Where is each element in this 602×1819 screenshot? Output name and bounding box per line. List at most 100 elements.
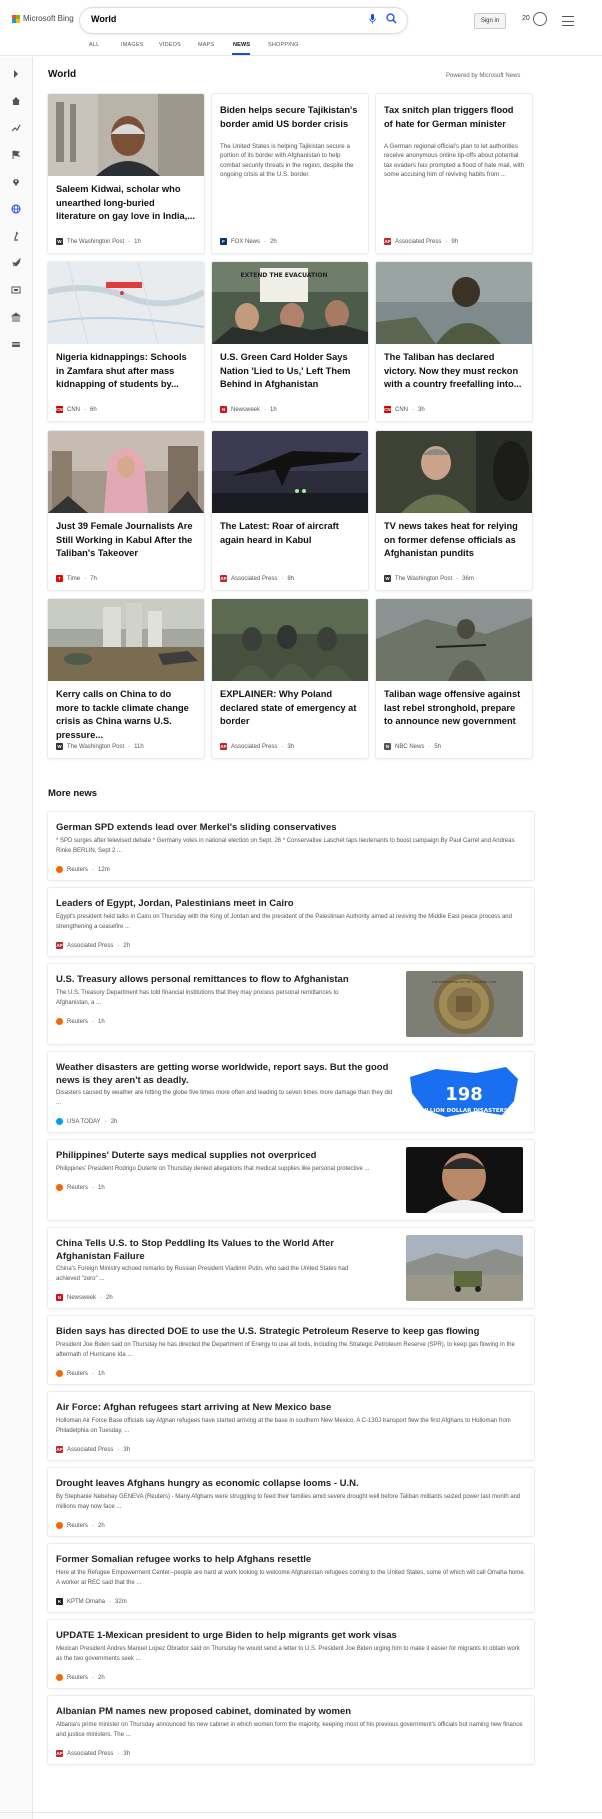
sign-in-button[interactable]: Sign in — [474, 13, 506, 29]
menu-icon[interactable] — [562, 16, 574, 26]
tab-all[interactable]: ALL — [89, 42, 99, 48]
duterte-portrait-thumbnail — [406, 1147, 523, 1213]
search-input[interactable] — [91, 14, 341, 24]
news-list-item[interactable]: Albanian PM names new proposed cabinet, … — [48, 1696, 534, 1764]
news-list-item[interactable]: U.S. Treasury allows personal remittance… — [48, 964, 534, 1044]
protest-sign-text: EXTEND THE EVACUATION — [240, 272, 327, 279]
news-list-item[interactable]: German SPD extends lead over Merkel's sl… — [48, 812, 534, 880]
card-source: N Newsweek · 1h — [220, 406, 277, 413]
news-card[interactable]: EXTEND THE EVACUATION U.S. Green Card Ho… — [212, 262, 368, 421]
card-image-woman — [48, 431, 204, 513]
news-title[interactable]: Former Somalian refugee works to help Af… — [56, 1553, 526, 1566]
news-source: AP Associated Press · 3h — [56, 1446, 131, 1453]
card-snippet: The United States is helping Tajikistan … — [220, 143, 354, 179]
reuters-logo-icon — [56, 1370, 63, 1377]
news-title[interactable]: German SPD extends lead over Merkel's sl… — [56, 821, 526, 834]
card-title[interactable]: Biden helps secure Tajikistan's border a… — [220, 104, 360, 131]
news-card[interactable]: TV news takes heat for relying on former… — [376, 431, 532, 590]
tab-shopping[interactable]: SHOPPING — [268, 42, 299, 48]
bing-logo[interactable]: Microsoft Bing — [12, 14, 74, 23]
news-card[interactable]: Saleem Kidwai, scholar who unearthed lon… — [48, 94, 204, 253]
news-card[interactable]: The Taliban has declared victory. Now th… — [376, 262, 532, 421]
reuters-logo-icon — [56, 866, 63, 873]
news-list-item[interactable]: Weather disasters are getting worse worl… — [48, 1052, 534, 1132]
search-icon[interactable] — [386, 13, 397, 24]
news-card[interactable]: Taliban wage offensive against last rebe… — [376, 599, 532, 758]
monitor-icon[interactable] — [11, 285, 21, 295]
news-title[interactable]: Philippines' Duterte says medical suppli… — [56, 1149, 396, 1162]
news-list-item[interactable]: Air Force: Afghan refugees start arrivin… — [48, 1392, 534, 1460]
news-card[interactable]: Tax snitch plan triggers flood of hate f… — [376, 94, 532, 253]
news-title[interactable]: Weather disasters are getting worse worl… — [56, 1061, 396, 1087]
card-title[interactable]: The Latest: Roar of aircraft again heard… — [220, 520, 360, 547]
kptm-logo-icon: K — [56, 1598, 63, 1605]
news-snippet: Holloman Air Force Base officials say Af… — [56, 1418, 511, 1434]
card-title[interactable]: TV news takes heat for relying on former… — [384, 520, 524, 561]
card-title[interactable]: U.S. Green Card Holder Says Nation 'Lied… — [220, 351, 360, 392]
cnn-logo-icon: CNN — [56, 406, 66, 413]
card-title[interactable]: Saleem Kidwai, scholar who unearthed lon… — [56, 183, 196, 224]
news-title[interactable]: Albanian PM names new proposed cabinet, … — [56, 1705, 526, 1718]
news-list-item[interactable]: Drought leaves Afghans hungry as economi… — [48, 1468, 534, 1536]
card-title[interactable]: The Taliban has declared victory. Now th… — [384, 351, 524, 392]
card-image-protest: EXTEND THE EVACUATION — [212, 262, 368, 344]
rocket-icon[interactable] — [11, 258, 21, 268]
card-source: AP Associated Press · 9h — [384, 238, 459, 245]
tab-videos[interactable]: VIDEOS — [159, 42, 181, 48]
news-card[interactable]: Nigeria kidnappings: Schools in Zamfara … — [48, 262, 204, 421]
news-list-item[interactable]: UPDATE 1-Mexican president to urge Biden… — [48, 1620, 534, 1688]
newsweek-logo-icon: N — [220, 406, 227, 413]
card-title[interactable]: Tax snitch plan triggers flood of hate f… — [384, 104, 524, 131]
news-card[interactable]: Biden helps secure Tajikistan's border a… — [212, 94, 368, 253]
card-source: AP Associated Press · 8h — [220, 575, 295, 582]
card-title[interactable]: Nigeria kidnappings: Schools in Zamfara … — [56, 351, 196, 392]
news-title[interactable]: UPDATE 1-Mexican president to urge Biden… — [56, 1629, 526, 1642]
rewards-trophy-icon[interactable] — [533, 12, 547, 26]
chevron-right-icon[interactable] — [11, 69, 21, 79]
microsoft-logo-icon — [12, 14, 20, 23]
news-title[interactable]: China Tells U.S. to Stop Peddling Its Va… — [56, 1237, 376, 1263]
news-card[interactable]: Kerry calls on China to do more to tackl… — [48, 599, 204, 758]
news-snippet: By Stephanie Nebehay GENEVA (Reuters) - … — [56, 1494, 521, 1510]
card-title[interactable]: EXPLAINER: Why Poland declared state of … — [220, 688, 360, 729]
location-icon[interactable] — [11, 177, 21, 187]
news-list-item[interactable]: Philippines' Duterte says medical suppli… — [48, 1140, 534, 1220]
wallet-icon[interactable] — [11, 339, 21, 349]
news-list-item[interactable]: Former Somalian refugee works to help Af… — [48, 1544, 534, 1612]
news-snippet: President Joe Biden said on Thursday he … — [56, 1342, 515, 1358]
news-card[interactable]: Just 39 Female Journalists Are Still Wor… — [48, 431, 204, 590]
card-source: F FOX News · 2h — [220, 238, 277, 245]
news-source: K KPTM Omaha · 32m — [56, 1598, 127, 1605]
news-source: Reuters · 1h — [56, 1184, 105, 1191]
news-title[interactable]: Air Force: Afghan refugees start arrivin… — [56, 1401, 526, 1414]
card-source: CNN CNN · 6h — [56, 406, 97, 413]
card-title[interactable]: Just 39 Female Journalists Are Still Wor… — [56, 520, 196, 561]
news-title[interactable]: U.S. Treasury allows personal remittance… — [56, 973, 396, 986]
news-title[interactable]: Biden says has directed DOE to use the U… — [56, 1325, 526, 1338]
news-card[interactable]: The Latest: Roar of aircraft again heard… — [212, 431, 368, 590]
news-title[interactable]: Drought leaves Afghans hungry as economi… — [56, 1477, 526, 1490]
science-icon[interactable] — [11, 231, 21, 241]
card-image-flood — [48, 599, 204, 681]
microphone-icon[interactable] — [369, 14, 376, 24]
news-list-item[interactable]: Biden says has directed DOE to use the U… — [48, 1316, 534, 1384]
card-title[interactable]: Kerry calls on China to do more to tackl… — [56, 688, 196, 742]
bank-icon[interactable] — [11, 312, 21, 322]
news-list-item[interactable]: China Tells U.S. to Stop Peddling Its Va… — [48, 1228, 534, 1308]
flag-icon[interactable] — [11, 150, 21, 160]
section-title-more-news: More news — [48, 788, 98, 799]
washington-post-logo-icon: W — [384, 575, 391, 582]
globe-icon[interactable] — [11, 204, 21, 214]
card-title[interactable]: Taliban wage offensive against last rebe… — [384, 688, 524, 729]
rewards-points[interactable]: 20 — [522, 15, 530, 22]
trend-icon[interactable] — [11, 123, 21, 133]
news-list-item[interactable]: Leaders of Egypt, Jordan, Palestinians m… — [48, 888, 534, 956]
news-card[interactable]: EXPLAINER: Why Poland declared state of … — [212, 599, 368, 758]
tab-news[interactable]: NEWS — [233, 42, 250, 48]
tab-images[interactable]: IMAGES — [121, 42, 144, 48]
tab-maps[interactable]: MAPS — [198, 42, 214, 48]
news-source: Reuters · 12m — [56, 866, 110, 873]
home-icon[interactable] — [11, 96, 21, 106]
card-source: N NBC News · 5h — [384, 743, 442, 750]
news-title[interactable]: Leaders of Egypt, Jordan, Palestinians m… — [56, 897, 526, 910]
